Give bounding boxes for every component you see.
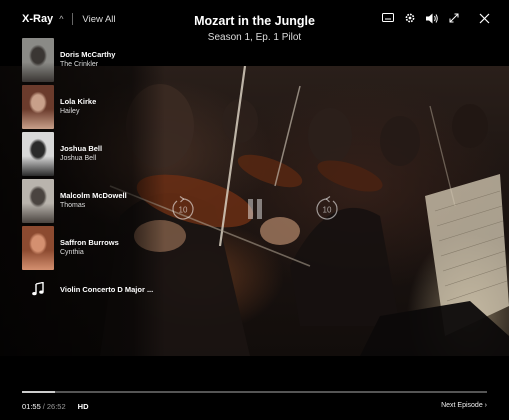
cast-item[interactable]: Malcolm McDowell Thomas	[22, 177, 172, 224]
progress-bar[interactable]	[22, 391, 487, 393]
transport-controls: 10 10	[170, 196, 340, 222]
cast-photo	[22, 37, 54, 82]
volume-icon[interactable]	[425, 11, 439, 25]
xray-list: Doris McCarthy The Crinkler Lola Kirke H…	[22, 36, 172, 303]
cast-name: Doris McCarthy	[60, 49, 116, 59]
cast-name: Malcolm McDowell	[60, 190, 127, 200]
cast-name: Lola Kirke	[60, 96, 97, 106]
settings-icon[interactable]	[403, 11, 417, 25]
cast-item[interactable]: Joshua Bell Joshua Bell	[22, 130, 172, 177]
skip-forward-icon: 10	[316, 196, 338, 220]
time-display: 01:55 / 26:52 HD	[22, 402, 89, 411]
top-controls	[381, 11, 491, 25]
cast-item[interactable]: Lola Kirke Hailey	[22, 83, 172, 130]
fullscreen-icon[interactable]	[447, 11, 461, 25]
skip-back-seconds: 10	[179, 206, 188, 215]
close-icon[interactable]	[477, 11, 491, 25]
cast-photo	[22, 131, 54, 176]
music-item[interactable]: Violin Concerto D Major ...	[22, 275, 172, 303]
cast-role: Thomas	[60, 201, 86, 209]
current-time: 01:55	[22, 402, 41, 411]
cast-role: Hailey	[60, 107, 80, 115]
cast-item[interactable]: Doris McCarthy The Crinkler	[22, 36, 172, 83]
cast-role: Cynthia	[60, 248, 84, 256]
hd-badge: HD	[77, 402, 89, 411]
skip-forward-button[interactable]: 10	[314, 196, 340, 222]
cast-name: Joshua Bell	[60, 143, 103, 153]
cast-photo	[22, 178, 54, 223]
cast-photo	[22, 225, 54, 270]
pause-button[interactable]	[245, 196, 265, 222]
cast-item[interactable]: Saffron Burrows Cynthia	[22, 224, 172, 271]
time-separator: /	[42, 402, 45, 411]
cast-role: The Crinkler	[60, 60, 99, 68]
skip-back-button[interactable]: 10	[170, 196, 196, 222]
subtitles-icon[interactable]	[381, 11, 395, 25]
music-note-icon	[22, 282, 54, 296]
cast-role: Joshua Bell	[60, 154, 97, 162]
progress-fill	[22, 391, 55, 393]
cast-photo	[22, 84, 54, 129]
skip-back-icon: 10	[172, 196, 194, 220]
next-episode-button[interactable]: Next Episode ›	[441, 402, 487, 409]
pause-icon	[248, 199, 262, 219]
music-title: Violin Concerto D Major ...	[60, 284, 154, 294]
total-time: 26:52	[46, 402, 66, 411]
skip-forward-seconds: 10	[323, 206, 332, 215]
cast-name: Saffron Burrows	[60, 237, 119, 247]
